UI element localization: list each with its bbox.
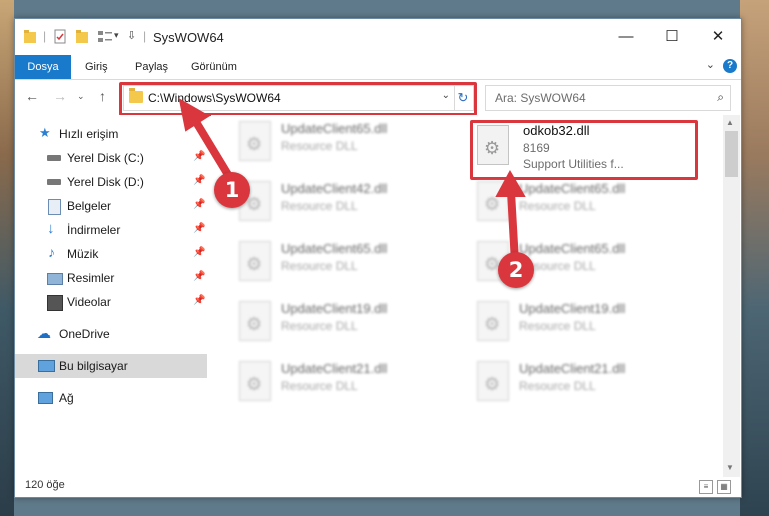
arrow-2-head bbox=[495, 169, 526, 197]
step-1-badge: 1 bbox=[214, 172, 250, 208]
arrow-1-head bbox=[178, 98, 210, 132]
annotation-arrows bbox=[178, 98, 526, 266]
step-2-badge: 2 bbox=[498, 252, 534, 288]
